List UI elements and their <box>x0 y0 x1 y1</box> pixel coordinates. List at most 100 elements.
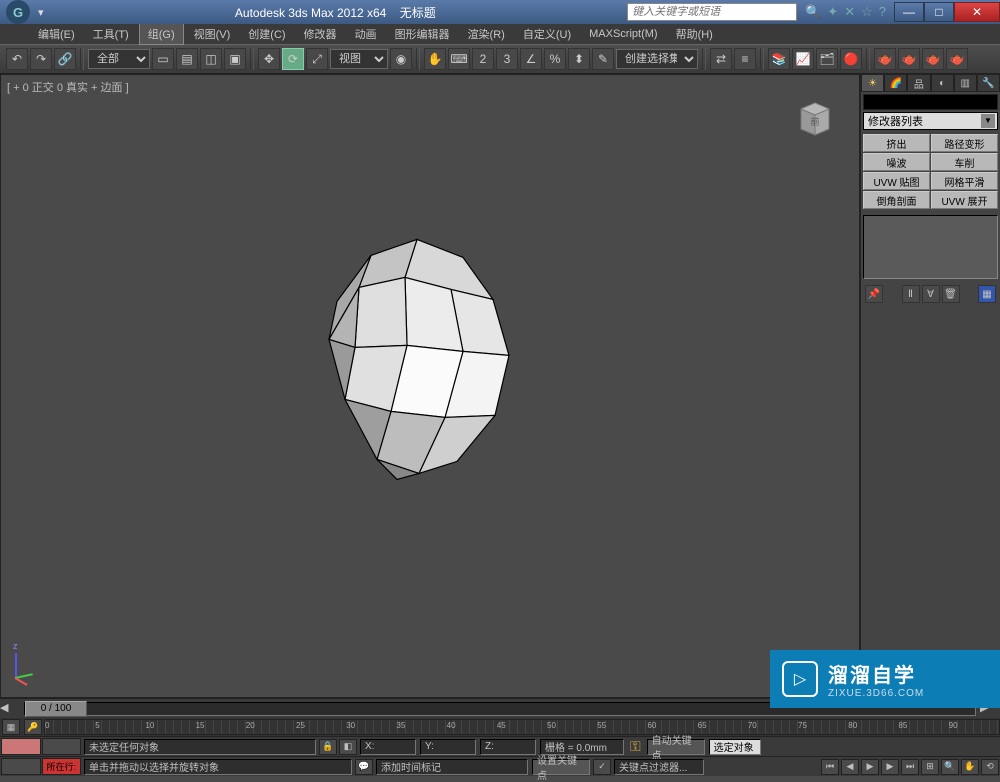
coord-y[interactable]: Y: <box>420 739 476 755</box>
redo-button[interactable]: ↷ <box>30 48 52 70</box>
tab-hierarchy[interactable]: 品 <box>907 74 930 92</box>
script-output-mini[interactable] <box>42 738 82 755</box>
mod-lathe[interactable]: 车削 <box>931 153 998 171</box>
tab-utilities[interactable]: 🔧 <box>977 74 1000 92</box>
mod-pathdeform[interactable]: 路径变形 <box>931 134 998 152</box>
menu-animation[interactable]: 动画 <box>347 24 385 44</box>
key-filter-button[interactable]: 关键点过滤器... <box>614 759 704 775</box>
play-end-button[interactable]: ⏭ <box>901 759 919 775</box>
align-button[interactable]: ≡ <box>734 48 756 70</box>
rotate-button[interactable]: ⟳ <box>282 48 304 70</box>
mod-meshsmooth[interactable]: 网格平滑 <box>931 172 998 190</box>
pin-stack-button[interactable]: 📌 <box>865 285 883 303</box>
angle-snap-button[interactable]: ∠ <box>520 48 542 70</box>
script-listener-mini[interactable] <box>1 738 41 755</box>
material-editor-button[interactable]: 🔴 <box>840 48 862 70</box>
comm-center-icon[interactable]: 💬 <box>355 759 373 775</box>
key-mode-dropdown[interactable]: 选定对象 <box>709 739 761 755</box>
viewport-nav-2[interactable]: 🔍 <box>941 759 959 775</box>
menu-create[interactable]: 创建(C) <box>240 24 293 44</box>
maximize-button[interactable]: □ <box>924 2 954 22</box>
curve-editor-button[interactable]: 📈 <box>792 48 814 70</box>
app-icon[interactable]: G <box>6 0 30 24</box>
lock-selection-icon[interactable]: 🔒 <box>319 739 337 755</box>
keyboard-shortcut-button[interactable]: ⌨ <box>448 48 470 70</box>
remove-mod-button[interactable]: 🗑 <box>942 285 960 303</box>
play-next-button[interactable]: ▶ <box>881 759 899 775</box>
menu-group[interactable]: 组(G) <box>139 23 184 45</box>
menu-help[interactable]: 帮助(H) <box>668 24 721 44</box>
auto-key-button[interactable]: 自动关键点 <box>647 739 705 755</box>
make-unique-button[interactable]: ∀ <box>922 285 940 303</box>
tab-create[interactable]: ☀ <box>861 74 884 92</box>
tab-motion[interactable]: ◐ <box>931 74 954 92</box>
mod-noise[interactable]: 噪波 <box>863 153 930 171</box>
viewport-nav-3[interactable]: ✋ <box>961 759 979 775</box>
mod-extrude[interactable]: 挤出 <box>863 134 930 152</box>
time-slider-left[interactable]: ◀ <box>0 701 20 717</box>
show-result-button[interactable]: Ⅱ <box>902 285 920 303</box>
mod-bevelprofile[interactable]: 倒角剖面 <box>863 191 930 209</box>
modifier-stack[interactable] <box>863 215 998 279</box>
minimize-button[interactable]: — <box>894 2 924 22</box>
object-color-swatch[interactable] <box>863 94 998 110</box>
key-filter-icon[interactable]: ✓ <box>593 759 611 775</box>
time-slider-handle[interactable]: 0 / 100 <box>25 701 87 717</box>
track-bar[interactable]: 051015202530354045505560657075808590 <box>44 719 1000 735</box>
snap-2d-button[interactable]: 2 <box>472 48 494 70</box>
viewport[interactable]: [ + 0 正交 0 真实 + 边面 ] 前 <box>0 74 860 698</box>
scale-button[interactable]: ⤢ <box>306 48 328 70</box>
edit-selection-button[interactable]: ✎ <box>592 48 614 70</box>
exchange-icon[interactable]: ✕ <box>844 4 855 20</box>
trackbar-open-button[interactable]: ▦ <box>2 719 20 735</box>
play-start-button[interactable]: ⏮ <box>821 759 839 775</box>
render-frame-button[interactable]: 🫖 <box>898 48 920 70</box>
search-icon[interactable]: 🔍 <box>805 4 821 20</box>
macro-rec-cell[interactable] <box>1 758 41 775</box>
percent-snap-button[interactable]: % <box>544 48 566 70</box>
select-object-button[interactable]: ▭ <box>152 48 174 70</box>
menu-grapheditor[interactable]: 图形编辑器 <box>387 24 458 44</box>
spinner-snap-button[interactable]: ⬍ <box>568 48 590 70</box>
key-icon[interactable]: ⚿ <box>630 738 641 755</box>
modifier-list-dropdown[interactable]: 修改器列表 <box>863 112 998 130</box>
tab-modify[interactable]: 🌈 <box>884 74 907 92</box>
isolate-icon[interactable]: ◧ <box>339 739 357 755</box>
mod-uvwmap[interactable]: UVW 贴图 <box>863 172 930 190</box>
menu-tools[interactable]: 工具(T) <box>85 24 137 44</box>
viewport-nav-4[interactable]: ⟲ <box>981 759 999 775</box>
play-prev-button[interactable]: ◀ <box>841 759 859 775</box>
manipulate-button[interactable]: ✋ <box>424 48 446 70</box>
mod-uvwunwrap[interactable]: UVW 展开 <box>931 191 998 209</box>
configure-sets-button[interactable]: ▦ <box>978 285 996 303</box>
link-button[interactable]: 🔗 <box>54 48 76 70</box>
named-selection-dropdown[interactable]: 创建选择集 <box>616 49 698 69</box>
render-button[interactable]: 🫖 <box>922 48 944 70</box>
mirror-button[interactable]: ⇄ <box>710 48 732 70</box>
snap-3d-button[interactable]: 3 <box>496 48 518 70</box>
menu-modifiers[interactable]: 修改器 <box>296 24 345 44</box>
menu-maxscript[interactable]: MAXScript(M) <box>581 26 665 42</box>
select-region-button[interactable]: ◫ <box>200 48 222 70</box>
viewport-label[interactable]: [ + 0 正交 0 真实 + 边面 ] <box>7 79 129 95</box>
viewport-nav-1[interactable]: ⊞ <box>921 759 939 775</box>
select-name-button[interactable]: ▤ <box>176 48 198 70</box>
selection-filter-dropdown[interactable]: 全部 <box>88 49 150 69</box>
help-search-input[interactable] <box>627 3 797 21</box>
polyhedron-object[interactable] <box>287 229 547 499</box>
ref-coord-dropdown[interactable]: 视图 <box>330 49 388 69</box>
menu-customize[interactable]: 自定义(U) <box>515 24 579 44</box>
help-icon[interactable]: ? <box>879 4 886 20</box>
tab-display[interactable]: ▥ <box>954 74 977 92</box>
add-time-tag[interactable]: 添加时间标记 <box>376 759 528 775</box>
layers-button[interactable]: 📚 <box>768 48 790 70</box>
schematic-button[interactable]: 🗂 <box>816 48 838 70</box>
render-setup-button[interactable]: 🫖 <box>874 48 896 70</box>
set-key-button[interactable]: 设置关键点 <box>532 759 590 775</box>
favorite-icon[interactable]: ☆ <box>861 4 873 20</box>
pivot-button[interactable]: ◉ <box>390 48 412 70</box>
move-button[interactable]: ✥ <box>258 48 280 70</box>
coord-x[interactable]: X: <box>360 739 416 755</box>
subscription-icon[interactable]: ✦ <box>827 4 838 20</box>
trackbar-keys-button[interactable]: 🔑 <box>24 719 42 735</box>
